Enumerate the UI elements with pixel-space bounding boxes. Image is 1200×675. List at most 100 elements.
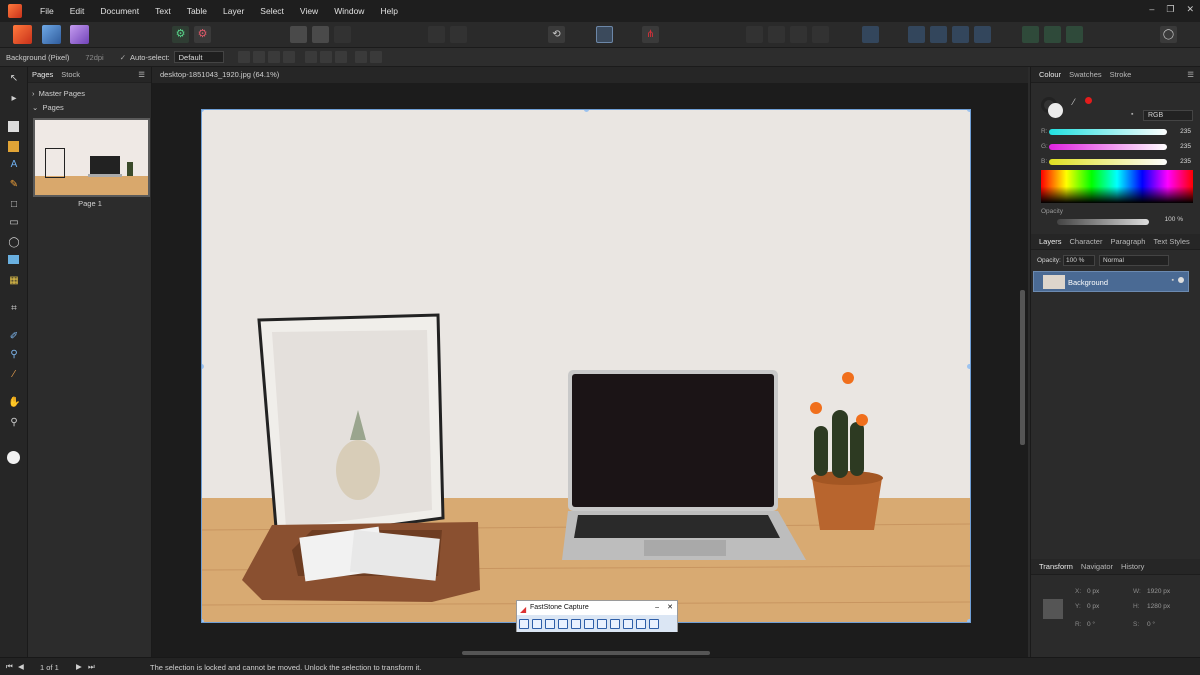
document-tab[interactable]: desktop-1851043_1920.jpg (64.1%) <box>152 67 1028 83</box>
flip-horizontal-icon[interactable] <box>908 26 925 43</box>
first-page-icon[interactable]: ⏮ <box>6 662 13 672</box>
capture-scrolling-icon[interactable] <box>584 618 594 629</box>
fill-colour-icon[interactable] <box>1048 103 1063 118</box>
distribute-icon[interactable] <box>282 51 295 63</box>
color-swatch-icon[interactable] <box>7 451 20 464</box>
zoom-tool-icon[interactable]: ⚲ <box>8 417 20 429</box>
layer-opacity-field[interactable]: 100 % <box>1063 255 1095 266</box>
text-frame-icon[interactable] <box>596 26 613 43</box>
tab-history[interactable]: History <box>1121 562 1144 571</box>
boolean-intersect-icon[interactable] <box>1066 26 1083 43</box>
tab-navigator[interactable]: Navigator <box>1081 562 1113 571</box>
capture-fullscreen-icon[interactable] <box>571 618 581 629</box>
prev-page-icon[interactable]: ◀ <box>18 662 24 671</box>
eyedropper-icon[interactable]: ⁄ <box>1073 97 1075 107</box>
opacity-slider[interactable] <box>1057 219 1149 225</box>
page-thumbnail[interactable] <box>33 118 150 197</box>
settings-icon[interactable] <box>649 618 659 629</box>
maximize-button[interactable]: ❐ <box>1166 4 1174 15</box>
timer-icon[interactable] <box>623 618 633 629</box>
tab-paragraph[interactable]: Paragraph <box>1110 237 1145 246</box>
blue-slider[interactable] <box>1049 159 1167 165</box>
faststone-minimize-button[interactable]: – <box>655 601 659 615</box>
blend-mode-dropdown[interactable]: Normal <box>1099 255 1169 266</box>
settings-gear-icon[interactable]: ⚙ <box>172 26 189 43</box>
x-value[interactable]: 0 px <box>1087 588 1099 595</box>
rotate-right-icon[interactable] <box>974 26 991 43</box>
tab-swatches[interactable]: Swatches <box>1069 70 1102 79</box>
boolean-add-icon[interactable] <box>1022 26 1039 43</box>
crop-tool-icon[interactable]: ⌗ <box>8 303 20 315</box>
blue-value[interactable]: 235 <box>1171 157 1191 167</box>
order-backward-icon[interactable] <box>768 26 785 43</box>
insert-icon[interactable] <box>428 26 445 43</box>
auto-select-check-icon[interactable]: ✓ <box>120 53 126 62</box>
order-front-icon[interactable] <box>812 26 829 43</box>
designer-persona-icon[interactable] <box>70 25 89 44</box>
menu-table[interactable]: Table <box>179 6 215 16</box>
flip-vertical-icon[interactable] <box>930 26 947 43</box>
text-wrap-icon[interactable]: ⟲ <box>548 26 565 43</box>
open-file-icon[interactable] <box>519 618 529 629</box>
capture-freehand-icon[interactable] <box>558 618 568 629</box>
pages-label[interactable]: Pages <box>42 103 63 112</box>
preview-mode-icon[interactable] <box>312 26 329 43</box>
layer-lock-icon[interactable]: ▪ <box>1172 277 1174 284</box>
selection-handle[interactable] <box>967 364 970 369</box>
layer-visibility-icon[interactable] <box>1178 277 1184 283</box>
align-top-icon[interactable] <box>354 51 367 63</box>
h-value[interactable]: 1280 px <box>1147 603 1170 610</box>
next-page-icon[interactable]: ▶ <box>76 662 82 671</box>
tab-colour[interactable]: Colour <box>1039 70 1061 79</box>
collapse-icon[interactable]: ⌄ <box>32 103 38 112</box>
align-bottom-icon[interactable] <box>369 51 382 63</box>
transform-origin-icon[interactable] <box>237 51 250 63</box>
minimize-button[interactable]: – <box>1149 4 1154 15</box>
red-slider[interactable] <box>1049 129 1167 135</box>
menu-document[interactable]: Document <box>92 6 147 16</box>
lock-icon[interactable]: ▪ <box>1131 111 1133 118</box>
capture-rectangle-icon[interactable] <box>545 618 555 629</box>
tab-text-styles[interactable]: Text Styles <box>1153 237 1189 246</box>
master-pages-label[interactable]: Master Pages <box>39 89 85 98</box>
panel-menu-icon[interactable]: ☰ <box>134 70 151 79</box>
rectangle-tool-icon[interactable]: □ <box>8 199 20 211</box>
color-picker-tool-icon[interactable]: ⁄ <box>8 369 20 381</box>
tab-pages[interactable]: Pages <box>28 70 57 79</box>
ellipse-frame-tool-icon[interactable]: ◯ <box>8 237 20 249</box>
table-tool-icon[interactable] <box>8 141 19 152</box>
align-grid-icon[interactable] <box>267 51 280 63</box>
output-icon[interactable] <box>636 618 646 629</box>
frame-text-tool-icon[interactable] <box>8 121 19 132</box>
order-forward-icon[interactable] <box>790 26 807 43</box>
w-value[interactable]: 1920 px <box>1147 588 1170 595</box>
align-left-icon[interactable] <box>304 51 317 63</box>
selection-handle[interactable] <box>967 110 970 112</box>
menu-file[interactable]: File <box>32 6 62 16</box>
artistic-text-tool-icon[interactable]: A <box>8 159 20 171</box>
tab-stock[interactable]: Stock <box>57 70 84 79</box>
align-center-icon[interactable] <box>252 51 265 63</box>
transparency-tool-icon[interactable]: ⚲ <box>8 349 20 361</box>
menu-edit[interactable]: Edit <box>62 6 93 16</box>
opacity-value[interactable]: 100 % <box>1153 216 1183 226</box>
boolean-subtract-icon[interactable] <box>1044 26 1061 43</box>
tab-layers[interactable]: Layers <box>1039 237 1062 246</box>
pen-tool-icon[interactable]: ✎ <box>8 179 20 191</box>
capture-window-icon[interactable] <box>532 618 542 629</box>
menu-layer[interactable]: Layer <box>215 6 252 16</box>
selection-handle[interactable] <box>202 619 204 622</box>
tab-character[interactable]: Character <box>1070 237 1103 246</box>
user-account-icon[interactable]: ◯ <box>1160 26 1177 43</box>
preflight-icon[interactable]: ⚙ <box>194 26 211 43</box>
picture-frame-tool-icon[interactable]: ▭ <box>8 217 20 229</box>
align-icon[interactable] <box>862 26 879 43</box>
screen-record-icon[interactable] <box>610 618 620 629</box>
anchor-point-icon[interactable] <box>1043 599 1063 619</box>
vertical-scrollbar[interactable] <box>1020 290 1025 445</box>
green-slider[interactable] <box>1049 144 1167 150</box>
vector-crop-tool-icon[interactable]: ▦ <box>8 275 20 287</box>
snapping-magnet-icon[interactable]: ⋔ <box>642 26 659 43</box>
colour-spectrum[interactable] <box>1041 170 1193 203</box>
selection-handle[interactable] <box>967 619 970 622</box>
